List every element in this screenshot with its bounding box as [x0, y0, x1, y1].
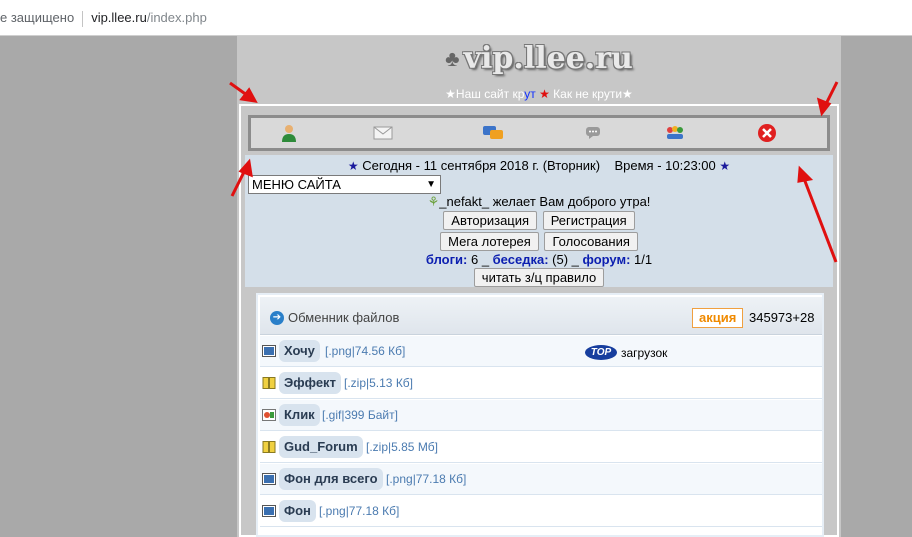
rules-button[interactable]: читать з/ц правило [473, 268, 605, 287]
image-file-icon [262, 345, 276, 357]
comment-icon[interactable] [582, 123, 604, 143]
blogs-count: 6 _ [467, 252, 493, 267]
file-link[interactable]: Клик [279, 404, 320, 426]
stats-line: блоги: 6 _ беседка: (5) _ форум: 1/1 [245, 252, 833, 267]
image-file-icon [262, 473, 276, 485]
file-row: Фон [.png|77.18 Кб] [260, 496, 822, 527]
forum-link[interactable]: форум: [583, 252, 631, 267]
time-text: Время - 10:23:00 [614, 158, 716, 173]
beseda-link[interactable]: беседка: [493, 252, 549, 267]
top-downloads-link[interactable]: TOP загрузок [585, 345, 667, 360]
votes-button[interactable]: Голосования [544, 232, 638, 251]
file-exchange-panel: ➔ Обменник файлов акция 345973+28 Хочу [… [256, 293, 824, 537]
tagline-part: Как не крути★ [549, 87, 633, 101]
site-menu-value: МЕНЮ САЙТА [252, 177, 341, 192]
file-link[interactable]: Хочу [279, 340, 320, 362]
address-divider [82, 10, 84, 27]
extra-button-row: Мега лотерея Голосования [245, 232, 833, 251]
group-icon[interactable] [664, 123, 686, 143]
tagline-part: ★Наш сайт кр [445, 87, 525, 101]
star-icon: ★ [347, 159, 359, 173]
file-row: Клик [.gif|399 Байт] [260, 400, 822, 431]
file-meta: [.png|77.18 Кб] [386, 472, 467, 486]
tagline-highlight: ут [524, 87, 536, 101]
gif-file-icon [262, 409, 276, 421]
date-text: Сегодня - 11 сентября 2018 г. (Вторник) [362, 158, 601, 173]
blogs-link[interactable]: блоги: [426, 252, 467, 267]
file-row: Фон для всего [.png|77.18 Кб] [260, 464, 822, 495]
beseda-count: (5) _ [548, 252, 583, 267]
forum-count: 1/1 [630, 252, 653, 267]
site-logo[interactable]: ♣ vip.llee.ru [237, 41, 841, 81]
icon-toolbar [248, 115, 830, 151]
site-container: ♣ vip.llee.ru ★Наш сайт крут ★ Как не кр… [237, 36, 841, 537]
greeting-text: _nefakt_ желает Вам доброго утра! [439, 194, 651, 209]
browser-address-bar[interactable]: е защищено vip.llee.ru/index.php [0, 0, 912, 36]
info-panel: ★ Сегодня - 11 сентября 2018 г. (Вторник… [245, 155, 833, 287]
file-meta: [.png|77.18 Кб] [319, 504, 400, 518]
zip-file-icon [262, 441, 276, 453]
red-star-icon: ★ [539, 87, 550, 101]
image-file-icon [262, 505, 276, 517]
promo-badge[interactable]: акция [692, 308, 744, 328]
file-row: Хочу [.png|74.56 Кб] TOP загрузок [260, 336, 822, 367]
file-row: Gud_Forum [.zip|5.85 Мб] [260, 432, 822, 463]
chat-icon[interactable] [482, 123, 504, 143]
site-tagline: ★Наш сайт крут ★ Как не крути★ [237, 87, 841, 101]
register-button[interactable]: Регистрация [542, 211, 635, 230]
login-button[interactable]: Авторизация [443, 211, 538, 230]
address-field[interactable]: е защищено vip.llee.ru/index.php [0, 6, 912, 30]
file-meta: [.zip|5.85 Мб] [366, 440, 439, 454]
top-badge: TOP [585, 345, 617, 360]
lottery-button[interactable]: Мега лотерея [440, 232, 539, 251]
flower-icon: ⚘ [427, 194, 440, 209]
file-meta: [.gif|399 Байт] [322, 408, 398, 422]
file-exchange-title: Обменник файлов [288, 310, 400, 325]
file-meta: [.png|74.56 Кб] [325, 344, 406, 358]
file-link[interactable]: Фон для всего [279, 468, 383, 490]
user-icon[interactable] [278, 123, 300, 143]
file-count: 345973+28 [749, 310, 815, 325]
greeting-line: ⚘_nefakt_ желает Вам доброго утра! [245, 194, 833, 210]
url-host: vip.llee.ru [91, 10, 147, 25]
arrow-right-icon: ➔ [270, 310, 284, 325]
file-exchange-header: ➔ Обменник файлов акция 345973+28 [260, 297, 822, 335]
top-downloads-text: загрузок [621, 345, 668, 360]
close-icon[interactable] [756, 123, 778, 143]
file-link[interactable]: Gud_Forum [279, 436, 363, 458]
tree-icon: ♣ [445, 45, 460, 71]
file-exchange-link[interactable]: ➔ Обменник файлов [270, 310, 399, 325]
mail-icon[interactable] [372, 123, 394, 143]
auth-button-row: Авторизация Регистрация [245, 211, 833, 230]
date-time-line: ★ Сегодня - 11 сентября 2018 г. (Вторник… [245, 158, 833, 173]
zip-file-icon [262, 377, 276, 389]
file-link[interactable]: Эффект [279, 372, 341, 394]
security-indicator[interactable]: е защищено [0, 10, 74, 25]
logo-text: vip.llee.ru [463, 41, 633, 76]
file-link[interactable]: Фон [279, 500, 316, 522]
star-icon: ★ [719, 159, 731, 173]
site-menu-select[interactable]: МЕНЮ САЙТА ▼ [248, 175, 441, 194]
url-path: /index.php [146, 10, 207, 25]
dropdown-arrow-icon: ▼ [426, 179, 436, 190]
file-meta: [.zip|5.13 Кб] [344, 376, 414, 390]
file-row: Эффект [.zip|5.13 Кб] [260, 368, 822, 399]
rules-button-row: читать з/ц правило [245, 268, 833, 287]
